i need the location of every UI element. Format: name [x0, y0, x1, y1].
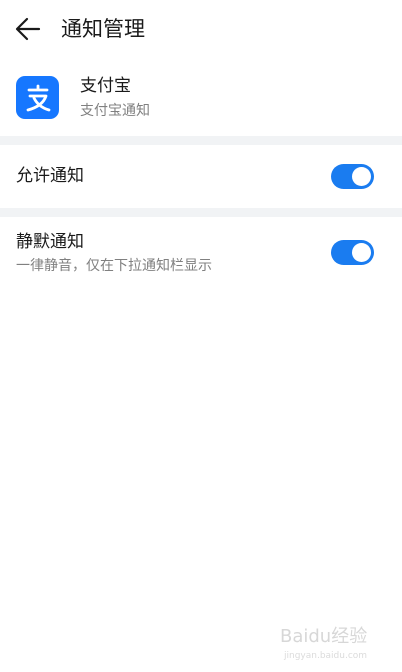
arrow-left-icon [15, 17, 41, 41]
silent-notifications-toggle[interactable] [331, 240, 374, 265]
toggle-knob [352, 243, 371, 262]
watermark-text: Baidu经验 [280, 626, 367, 647]
section-divider [0, 136, 402, 145]
setting-label: 静默通知 [16, 232, 84, 252]
section-divider [0, 208, 402, 217]
app-name: 支付宝 [80, 76, 131, 96]
setting-allow-notifications[interactable]: 允许通知 [0, 145, 402, 208]
baidu-watermark: Baidu经验 jingyan.baidu.com [278, 618, 378, 664]
watermark-url: jingyan.baidu.com [283, 651, 367, 661]
setting-silent-notifications[interactable]: 静默通知 一律静音，仅在下拉通知栏显示 [0, 217, 402, 289]
header: 通知管理 [0, 0, 402, 58]
allow-notifications-toggle[interactable] [331, 164, 374, 189]
page-title: 通知管理 [61, 17, 145, 41]
back-button[interactable] [14, 15, 42, 43]
setting-description: 一律静音，仅在下拉通知栏显示 [16, 258, 212, 274]
alipay-logo-icon [16, 76, 59, 119]
app-subtitle: 支付宝通知 [80, 103, 150, 119]
setting-label: 允许通知 [16, 166, 84, 186]
app-info: 支付宝 支付宝通知 [0, 58, 402, 136]
toggle-knob [352, 167, 371, 186]
